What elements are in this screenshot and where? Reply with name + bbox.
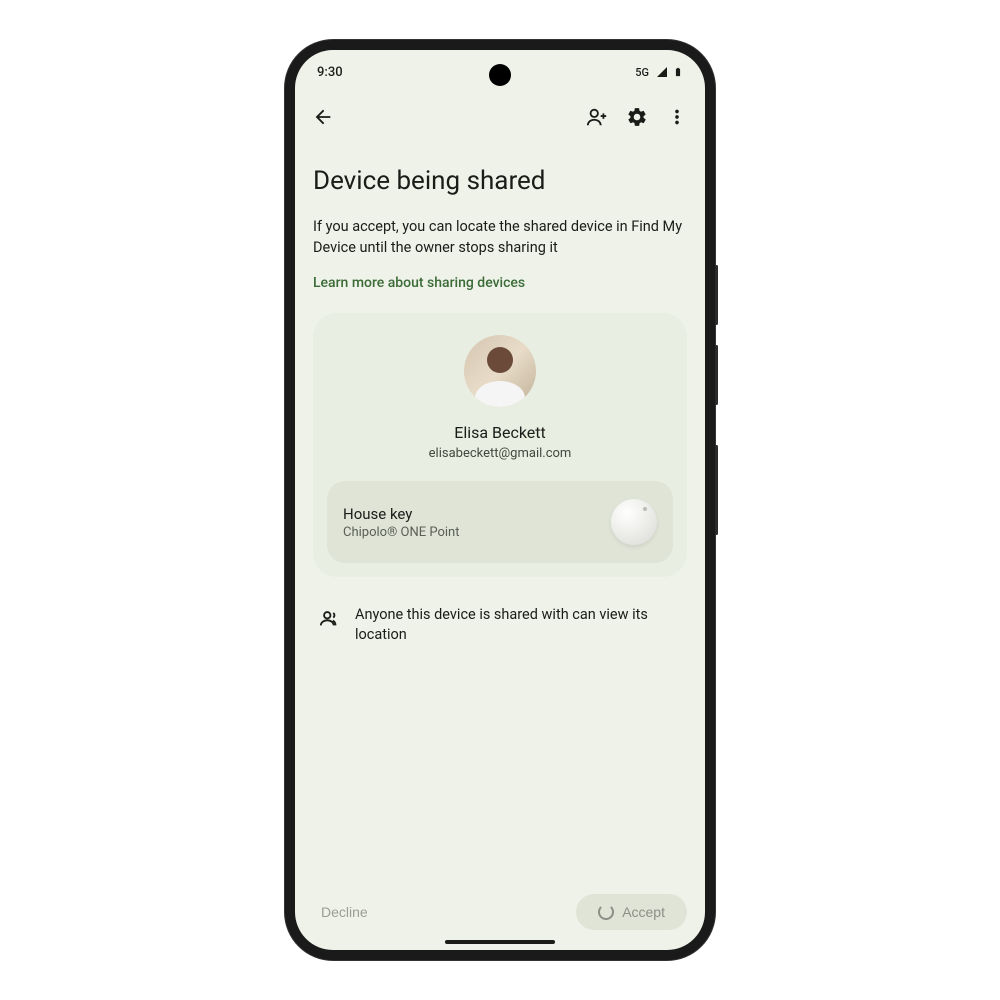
- sharer-email: elisabeckett@gmail.com: [327, 446, 673, 461]
- gear-icon: [626, 106, 648, 131]
- device-row: House key Chipolo® ONE Point: [327, 481, 673, 563]
- sharer-avatar: [464, 335, 536, 407]
- content-area: Device being shared If you accept, you c…: [295, 142, 705, 646]
- add-person-button[interactable]: [577, 98, 617, 138]
- status-time: 9:30: [317, 65, 343, 80]
- signal-icon: [655, 66, 669, 78]
- page-description: If you accept, you can locate the shared…: [313, 216, 687, 258]
- phone-frame: 9:30 5G: [285, 40, 715, 960]
- page-title: Device being shared: [313, 166, 687, 196]
- back-button[interactable]: [303, 98, 343, 138]
- status-right: 5G: [635, 65, 683, 79]
- overflow-button[interactable]: [657, 98, 697, 138]
- add-person-icon: [586, 106, 608, 131]
- network-label: 5G: [635, 66, 649, 79]
- screen: 9:30 5G: [295, 50, 705, 950]
- accept-button[interactable]: Accept: [576, 894, 687, 930]
- notice-text: Anyone this device is shared with can vi…: [355, 605, 681, 646]
- more-vert-icon: [666, 106, 688, 131]
- battery-icon: [673, 65, 683, 79]
- share-card: Elisa Beckett elisabeckett@gmail.com Hou…: [313, 313, 687, 577]
- accept-button-label: Accept: [622, 904, 665, 920]
- sharer-name: Elisa Beckett: [327, 423, 673, 442]
- learn-more-link[interactable]: Learn more about sharing devices: [313, 275, 525, 291]
- device-model: Chipolo® ONE Point: [343, 525, 459, 540]
- camera-cutout: [489, 64, 511, 86]
- app-bar: [295, 94, 705, 142]
- notice-row: Anyone this device is shared with can vi…: [313, 577, 687, 646]
- bottom-action-bar: Decline Accept: [295, 894, 705, 930]
- device-name: House key: [343, 505, 459, 523]
- people-icon: [319, 605, 341, 633]
- device-image: [611, 499, 657, 545]
- loading-spinner-icon: [598, 904, 614, 920]
- nav-pill[interactable]: [445, 940, 555, 944]
- decline-button[interactable]: Decline: [313, 894, 376, 930]
- back-icon: [312, 106, 334, 131]
- settings-button[interactable]: [617, 98, 657, 138]
- phone-side-buttons: [715, 265, 718, 555]
- device-info: House key Chipolo® ONE Point: [343, 505, 459, 540]
